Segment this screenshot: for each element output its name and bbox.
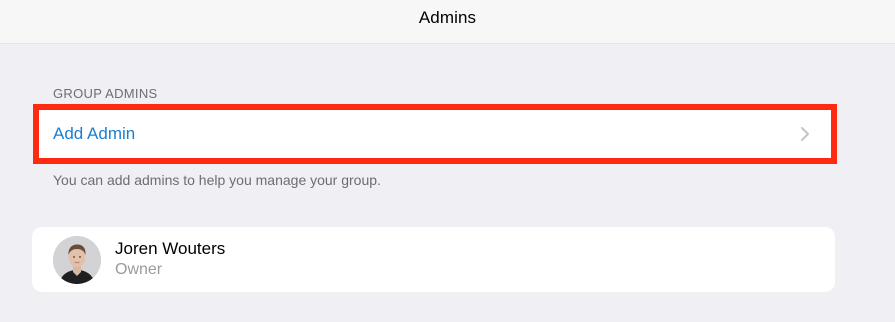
section-footer-note: You can add admins to help you manage yo… xyxy=(53,172,381,188)
add-admin-button[interactable]: Add Admin xyxy=(33,104,837,164)
page-title: Admins xyxy=(418,7,477,27)
admin-name: Joren Wouters xyxy=(115,238,226,258)
admin-role: Owner xyxy=(115,260,163,278)
section-header-group-admins: GROUP ADMINS xyxy=(53,86,158,101)
navigation-bar: Admins xyxy=(0,0,895,44)
admin-list-item[interactable]: Joren Wouters Owner xyxy=(32,227,835,292)
avatar xyxy=(53,235,101,284)
add-admin-label: Add Admin xyxy=(53,124,136,143)
admin-details: Joren Wouters Owner xyxy=(115,239,225,281)
chevron-right-icon xyxy=(797,126,813,142)
